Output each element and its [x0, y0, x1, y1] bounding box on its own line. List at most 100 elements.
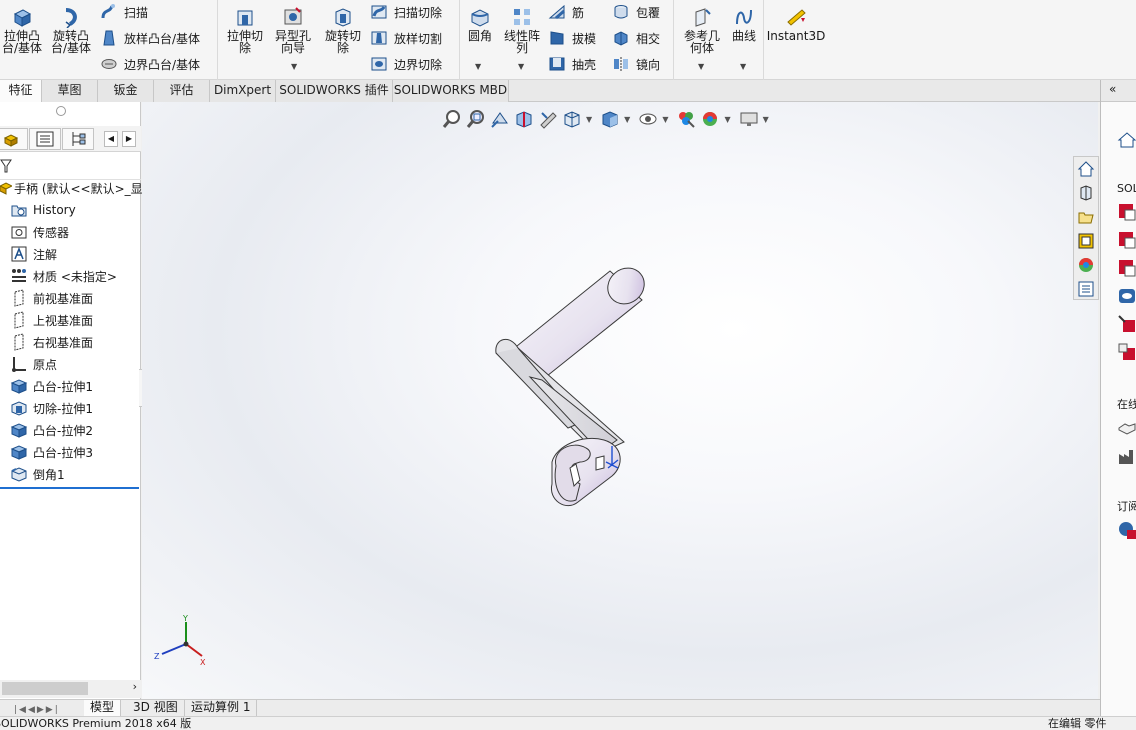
section-view-icon[interactable] [514, 109, 534, 129]
extrude-cut-button[interactable]: 拉伸切 除 [224, 6, 266, 54]
collapse-task-pane-icon[interactable]: « [1109, 82, 1116, 96]
tree-item[interactable]: 倒角1 [10, 464, 65, 484]
shell-button[interactable]: 抽壳 [548, 54, 596, 74]
panel-scroll-left[interactable]: ◀ [104, 131, 118, 147]
tree-root-part[interactable]: 手柄 (默认<<默认>_显 [0, 178, 143, 198]
wrap-icon [614, 5, 628, 19]
tree-item[interactable]: 右视基准面 [10, 332, 93, 352]
performance-benchmark-icon[interactable] [1117, 342, 1136, 362]
edit-appearance-icon[interactable] [676, 109, 696, 129]
file-explorer-icon[interactable] [1117, 258, 1136, 278]
apply-scene-dropdown[interactable]: ▼ [724, 115, 730, 124]
curves-button[interactable]: 曲线 [728, 6, 760, 42]
tab-dimxpert[interactable]: DimXpert [210, 80, 276, 102]
configuration-manager-tab[interactable] [62, 128, 94, 150]
panel-scroll-right[interactable]: ▶ [122, 131, 136, 147]
sweep-button[interactable]: 扫描 [100, 2, 148, 22]
intersect-button[interactable]: 相交 [612, 28, 660, 48]
task-pane-appearances-tab[interactable] [1074, 253, 1098, 277]
view-orientation-dropdown[interactable]: ▼ [586, 115, 592, 124]
previous-view-icon[interactable] [490, 109, 510, 129]
tree-item[interactable]: 凸台-拉伸3 [10, 442, 93, 462]
tab-solidworks-addins[interactable]: SOLIDWORKS 插件 [276, 80, 393, 102]
zoom-to-area-icon[interactable] [466, 109, 486, 129]
boundary-boss-button[interactable]: 边界凸台/基体 [100, 54, 200, 74]
scroll-right-arrow[interactable]: › [133, 680, 137, 693]
tab-solidworks-mbd[interactable]: SOLIDWORKS MBD [393, 80, 509, 102]
fillet-dropdown[interactable]: ▼ [475, 62, 481, 71]
view-settings-icon[interactable] [739, 109, 759, 129]
fillet-button[interactable]: 圆角 [464, 6, 496, 42]
view-orientation-icon[interactable] [562, 109, 582, 129]
zoom-to-fit-icon[interactable] [442, 109, 462, 129]
tree-item[interactable]: 上视基准面 [10, 310, 93, 330]
handle-part-model[interactable] [472, 262, 672, 522]
tree-item[interactable]: 前视基准面 [10, 288, 93, 308]
revolve-cut-button[interactable]: 旋转切 除 [322, 6, 364, 54]
tree-item[interactable]: 凸台-拉伸1 [10, 376, 93, 396]
panel-collapse-dot[interactable] [56, 106, 66, 116]
feature-manager-tab[interactable] [0, 128, 28, 150]
tab-motion-study[interactable]: 运动算例 1 [185, 700, 258, 716]
tree-item[interactable]: 注解 [10, 244, 57, 264]
wrap-button[interactable]: 包覆 [612, 2, 660, 22]
hole-wizard-button[interactable]: 异型孔 向导 [272, 6, 314, 54]
draft-button[interactable]: 拔模 [548, 28, 596, 48]
sweep-cut-button[interactable]: 扫描切除 [370, 2, 442, 22]
reference-geometry-dropdown[interactable]: ▼ [698, 62, 704, 71]
display-style-dropdown[interactable]: ▼ [624, 115, 630, 124]
instant3d-button[interactable]: Instant3D [767, 6, 825, 42]
scrollbar-thumb[interactable] [2, 682, 88, 695]
new-document-icon[interactable] [1117, 202, 1136, 222]
reference-geometry-button[interactable]: 参考几 何体 [680, 6, 724, 54]
task-pane-home-tab[interactable] [1074, 157, 1098, 181]
task-pane-explorer-tab[interactable] [1074, 205, 1098, 229]
handshake-icon[interactable] [1117, 418, 1136, 438]
tab-sketch[interactable]: 草图 [42, 80, 98, 102]
tab-model[interactable]: 模型 [84, 700, 122, 716]
hide-show-dropdown[interactable]: ▼ [662, 115, 668, 124]
tree-item[interactable]: 材质 <未指定> [10, 266, 117, 286]
manufacturing-icon[interactable] [1117, 446, 1136, 466]
graphics-area[interactable]: ▼ ▼ ▼ ▼ ▼ Y Z X [142, 102, 1098, 699]
display-style-icon[interactable] [600, 109, 620, 129]
tree-item[interactable]: 原点 [10, 354, 57, 374]
view-settings-dropdown[interactable]: ▼ [763, 115, 769, 124]
extrude-boss-icon [13, 9, 32, 27]
tree-item[interactable]: 切除-拉伸1 [10, 398, 93, 418]
tree-horizontal-scrollbar[interactable]: › [0, 680, 141, 698]
mirror-button[interactable]: 镜向 [612, 54, 660, 74]
boundary-cut-button[interactable]: 边界切除 [370, 54, 442, 74]
task-pane-view-palette-tab[interactable] [1074, 229, 1098, 253]
tab-sheet-metal[interactable]: 钣金 [98, 80, 154, 102]
rib-button[interactable]: 筋 [548, 2, 584, 22]
view-icon[interactable] [1117, 286, 1136, 306]
property-manager-tab[interactable] [29, 128, 61, 150]
rx-icon[interactable] [1117, 314, 1136, 334]
loft-boss-button[interactable]: 放样凸台/基体 [100, 28, 200, 48]
rollback-bar[interactable] [0, 487, 139, 489]
tree-filter-row[interactable] [0, 152, 141, 180]
dynamic-annotation-icon[interactable] [538, 109, 558, 129]
apply-scene-icon[interactable] [700, 109, 720, 129]
hole-wizard-dropdown[interactable]: ▼ [291, 62, 297, 71]
linear-pattern-button[interactable]: 线性阵 列 [500, 6, 544, 54]
home-icon[interactable] [1117, 130, 1136, 150]
loft-cut-button[interactable]: 放样切割 [370, 28, 442, 48]
extrude-boss-button[interactable]: 拉伸凸 台/基体 [0, 6, 44, 54]
tab-features[interactable]: 特征 [0, 80, 42, 102]
tab-evaluate[interactable]: 评估 [154, 80, 210, 102]
tree-item[interactable]: 凸台-拉伸2 [10, 420, 93, 440]
hide-show-items-icon[interactable] [638, 109, 658, 129]
open-document-icon[interactable] [1117, 230, 1136, 250]
task-pane-custom-properties-tab[interactable] [1074, 277, 1098, 301]
tab-3d-view[interactable]: 3D 视图 [127, 700, 185, 716]
subscription-globe-icon[interactable] [1117, 520, 1136, 540]
tree-item[interactable]: 传感器 [10, 222, 69, 242]
pattern-dropdown[interactable]: ▼ [518, 62, 524, 71]
tab-scroll-buttons[interactable]: |◀◀▶▶| [14, 701, 84, 715]
revolve-boss-button[interactable]: 旋转凸 台/基体 [48, 6, 94, 54]
task-pane-resources-tab[interactable] [1074, 181, 1098, 205]
curves-dropdown[interactable]: ▼ [740, 62, 746, 71]
tree-item[interactable]: History [10, 200, 76, 220]
